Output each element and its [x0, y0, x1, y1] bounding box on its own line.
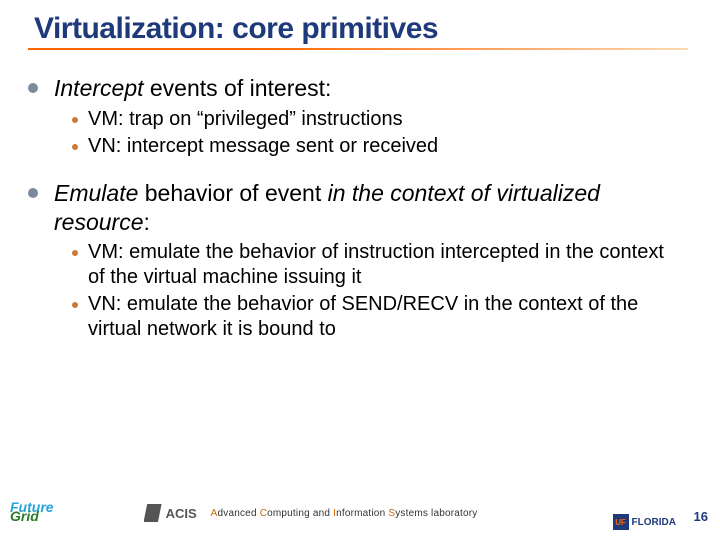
bullet-2-text: Emulate behavior of event in the context…: [54, 179, 680, 237]
bullet-2-restpost: :: [143, 209, 149, 235]
bullet-disc-icon: [28, 188, 38, 198]
bullet-1-text: Intercept events of interest:: [54, 74, 331, 103]
bullet-2-restpre: behavior of event: [138, 180, 327, 206]
footer: Future Grid ACIS Advanced Computing and …: [0, 496, 720, 530]
page-number: 16: [694, 509, 708, 524]
slide-title: Virtualization: core primitives: [0, 0, 720, 48]
uf-box-icon: UF: [613, 514, 629, 530]
acis-mark-icon: [144, 504, 162, 522]
lab-a: A: [211, 508, 218, 519]
bullet-1-sublist: VM: trap on “privileged” instructions VN…: [72, 107, 680, 159]
sub-1-2: VN: intercept message sent or received: [72, 134, 680, 159]
sub-1-1: VM: trap on “privileged” instructions: [72, 107, 680, 132]
sub-disc-icon: [72, 250, 78, 256]
sub-2-1-text: VM: emulate the behavior of instruction …: [88, 240, 680, 290]
sub-disc-icon: [72, 144, 78, 150]
uf-logo: UF FLORIDA: [613, 514, 676, 530]
slide-content: Intercept events of interest: VM: trap o…: [0, 50, 720, 342]
sub-2-1: VM: emulate the behavior of instruction …: [72, 240, 680, 290]
bullet-1: Intercept events of interest:: [28, 74, 680, 103]
lab-r4: ystems laboratory: [395, 508, 477, 519]
bullet-1-lead: Intercept: [54, 75, 144, 101]
bullet-2: Emulate behavior of event in the context…: [28, 179, 680, 237]
sub-2-2: VN: emulate the behavior of SEND/RECV in…: [72, 292, 680, 342]
acis-text: ACIS: [166, 506, 197, 521]
sub-disc-icon: [72, 302, 78, 308]
bullet-1-rest: events of interest:: [144, 75, 332, 101]
lab-r2: omputing and: [267, 508, 333, 519]
bullet-2-sublist: VM: emulate the behavior of instruction …: [72, 240, 680, 342]
lab-r3: nformation: [336, 508, 388, 519]
sub-1-1-text: VM: trap on “privileged” instructions: [88, 107, 403, 132]
lab-r1: dvanced: [218, 508, 260, 519]
sub-1-2-text: VN: intercept message sent or received: [88, 134, 438, 159]
bullet-disc-icon: [28, 83, 38, 93]
sub-2-2-text: VN: emulate the behavior of SEND/RECV in…: [88, 292, 680, 342]
lab-name: Advanced Computing and Information Syste…: [211, 508, 478, 519]
uf-text: FLORIDA: [632, 517, 676, 528]
sub-disc-icon: [72, 117, 78, 123]
bullet-2-lead: Emulate: [54, 180, 138, 206]
acis-logo: ACIS: [144, 504, 197, 522]
lab-c: C: [260, 508, 267, 519]
futuregrid-logo-bottom: Grid: [10, 511, 54, 522]
futuregrid-logo: Future Grid: [10, 502, 54, 524]
